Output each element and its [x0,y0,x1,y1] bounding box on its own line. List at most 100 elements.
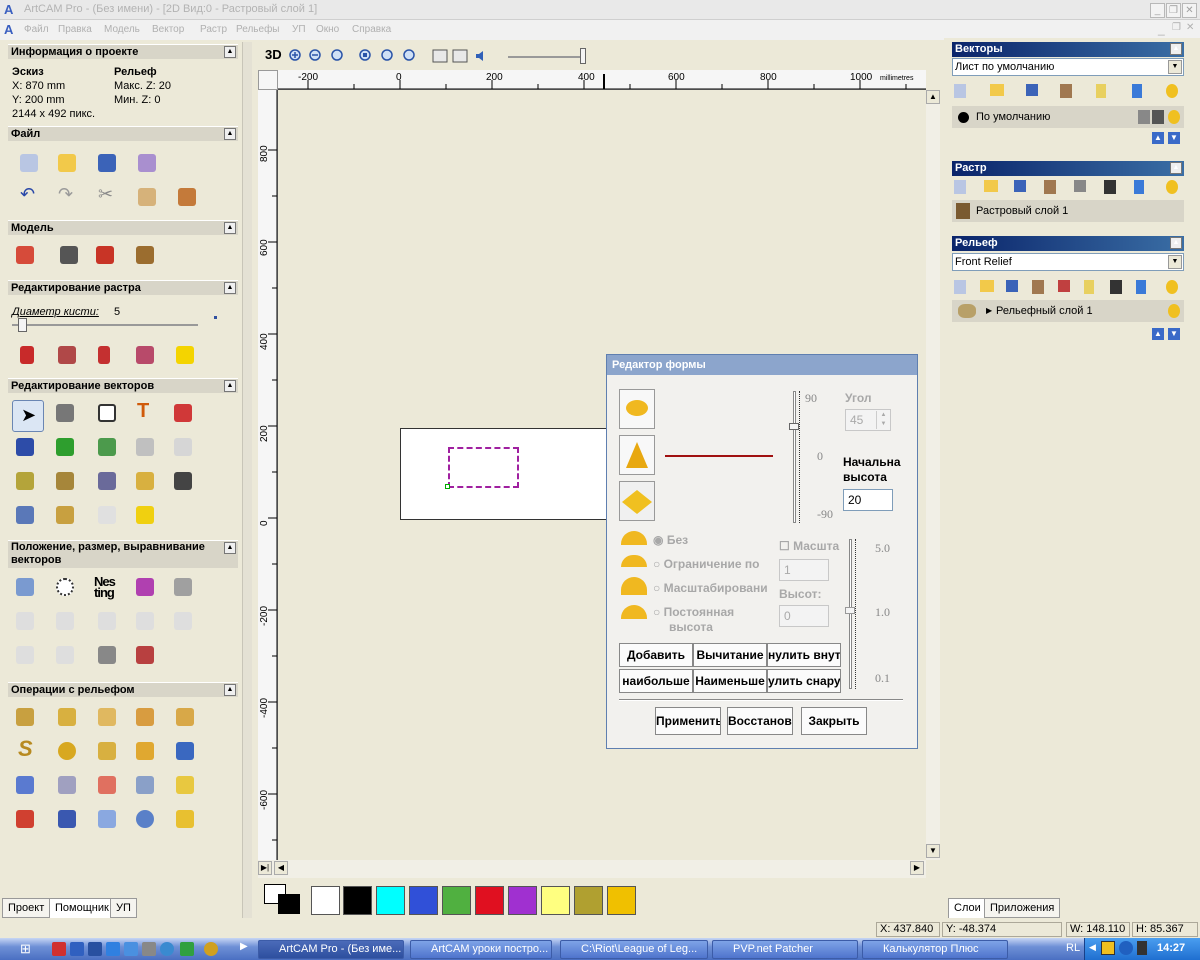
quicklaunch-more-icon[interactable]: ▶ [240,941,248,952]
scroll-down-icon[interactable]: ▼ [926,844,940,858]
horizontal-scrollbar[interactable]: ▶| ◀ ▶ [258,860,926,878]
blend-slider-thumb[interactable] [580,48,586,64]
copy-layer-icon[interactable] [1060,84,1072,98]
quicklaunch-icon[interactable] [88,942,102,956]
relief-texture-icon[interactable] [132,772,158,798]
relief-sculpt-icon[interactable] [54,772,80,798]
zoom-in-icon[interactable] [288,48,304,64]
lock-icon[interactable] [1138,110,1150,124]
taskbar-browser[interactable]: ArtCAM уроки постро... [410,940,552,959]
restore-button[interactable]: ❐ [1166,3,1181,18]
shape-fill-icon[interactable] [172,342,198,368]
transform-icon[interactable] [52,400,78,426]
relief-drop-icon[interactable] [132,704,158,730]
vertical-scrollbar[interactable]: ▲ ▼ [926,90,940,860]
save-layer-icon[interactable] [1026,84,1038,96]
relief-ops-header[interactable]: Операции с рельефом ▲ [8,682,238,697]
menu-reliefs[interactable]: Рельефы [236,24,279,35]
menu-edit[interactable]: Правка [58,24,92,35]
mdi-minimize-icon[interactable]: _ [1158,22,1165,36]
visibility-bulb-icon[interactable] [1168,304,1180,318]
close-dialog-button[interactable]: Закрыть [801,707,867,735]
close-button[interactable]: ✕ [1182,3,1197,18]
align-icon[interactable] [12,574,38,600]
relief-bar-icon[interactable] [54,704,80,730]
quicklaunch-icon[interactable] [160,942,174,956]
view-3d-button[interactable]: 3D [265,47,282,62]
left-splitter[interactable] [242,42,252,918]
palette-color-swatch[interactable] [508,886,537,915]
tray-app-icon[interactable] [1101,941,1115,955]
collapse-icon[interactable]: ▲ [1170,162,1182,174]
vector-grid-icon[interactable] [94,434,120,460]
new-file-icon[interactable] [16,150,42,176]
relief-star-icon[interactable] [12,772,38,798]
zoom-all-icon[interactable] [402,48,418,64]
spiral-icon[interactable] [12,502,38,528]
delete-layer-icon[interactable] [1132,84,1142,98]
copy-raster-layer-icon[interactable] [1044,180,1056,194]
taskbar-folder[interactable]: C:\Riot\League of Leg... [560,940,708,959]
copy-icon[interactable] [134,184,160,210]
taskbar-patcher[interactable]: PVP.net Patcher [712,940,858,959]
angular-profile-button[interactable] [619,435,655,475]
curve-icon[interactable] [12,468,38,494]
tray-network-icon[interactable] [1119,941,1133,955]
raster-image-icon[interactable] [1104,180,1116,194]
mdi-restore-icon[interactable]: ❐ [1172,22,1181,33]
new-layer-icon[interactable] [954,84,966,98]
palette-color-swatch[interactable] [376,886,405,915]
cut-icon[interactable]: ✂ [94,184,120,210]
fill-icon[interactable] [54,342,80,368]
brush-slider-thumb[interactable] [18,318,27,332]
menu-raster[interactable]: Растр [200,24,227,35]
relief-rotate-icon[interactable] [172,738,198,764]
quicklaunch-icon[interactable] [106,942,120,956]
start-windows-icon[interactable]: ⊞ [20,941,36,957]
palette-color-swatch[interactable] [574,886,603,915]
secondary-color-swatch[interactable] [278,894,300,914]
smooth-icon[interactable] [132,642,158,668]
relief-layer-row[interactable]: ▶ Рельефный слой 1 [952,300,1184,322]
angle-slider-track[interactable] [793,391,796,523]
move-up-icon[interactable]: ▲ [1152,328,1164,340]
wave-pattern-icon[interactable] [94,642,120,668]
quicklaunch-icon[interactable] [70,942,84,956]
expand-arrow-icon[interactable]: ▶ [986,300,992,322]
star-icon[interactable] [132,502,158,528]
blend-slider-track[interactable] [508,56,586,58]
model-section-header[interactable]: Модель ▲ [8,220,238,235]
radio-const[interactable]: ○ Постоянная [653,605,734,619]
tab-toolpaths[interactable]: УП [110,898,137,918]
move-up-icon[interactable]: ▲ [1152,132,1164,144]
relief-book-icon[interactable] [54,806,80,832]
relief-layers-icon[interactable] [132,738,158,764]
relief-split-icon[interactable] [172,704,198,730]
save-icon[interactable] [94,150,120,176]
polyline-icon[interactable] [52,502,78,528]
relief-select[interactable]: Front Relief ▼ [952,253,1184,271]
plane-profile-button[interactable] [619,481,655,521]
menu-window[interactable]: Окно [316,24,339,35]
tab-project[interactable]: Проект [2,898,51,918]
restore-button[interactable]: Восстанови [727,707,793,735]
layer-color-icon[interactable] [958,112,969,123]
collapse-icon[interactable]: ▲ [224,128,236,140]
block-copy-icon[interactable] [132,574,158,600]
relief-script-icon[interactable]: S [12,736,38,764]
relief-plane-icon[interactable] [94,806,120,832]
open-layer-icon[interactable] [990,84,1004,96]
relief-image-icon[interactable] [1110,280,1122,294]
relief-merge-icon[interactable] [94,738,120,764]
relief-brush-icon[interactable] [94,772,120,798]
vector-mesh-icon[interactable] [132,434,158,460]
menu-vector[interactable]: Вектор [152,24,184,35]
palette-color-swatch[interactable] [541,886,570,915]
move-down-icon[interactable]: ▼ [1168,132,1180,144]
palette-icon[interactable] [132,342,158,368]
speaker-icon[interactable] [474,48,490,64]
quicklaunch-icon[interactable] [142,942,156,956]
model-origin-icon[interactable] [92,242,118,268]
palette-color-swatch[interactable] [311,886,340,915]
move-down-icon[interactable]: ▼ [1168,328,1180,340]
